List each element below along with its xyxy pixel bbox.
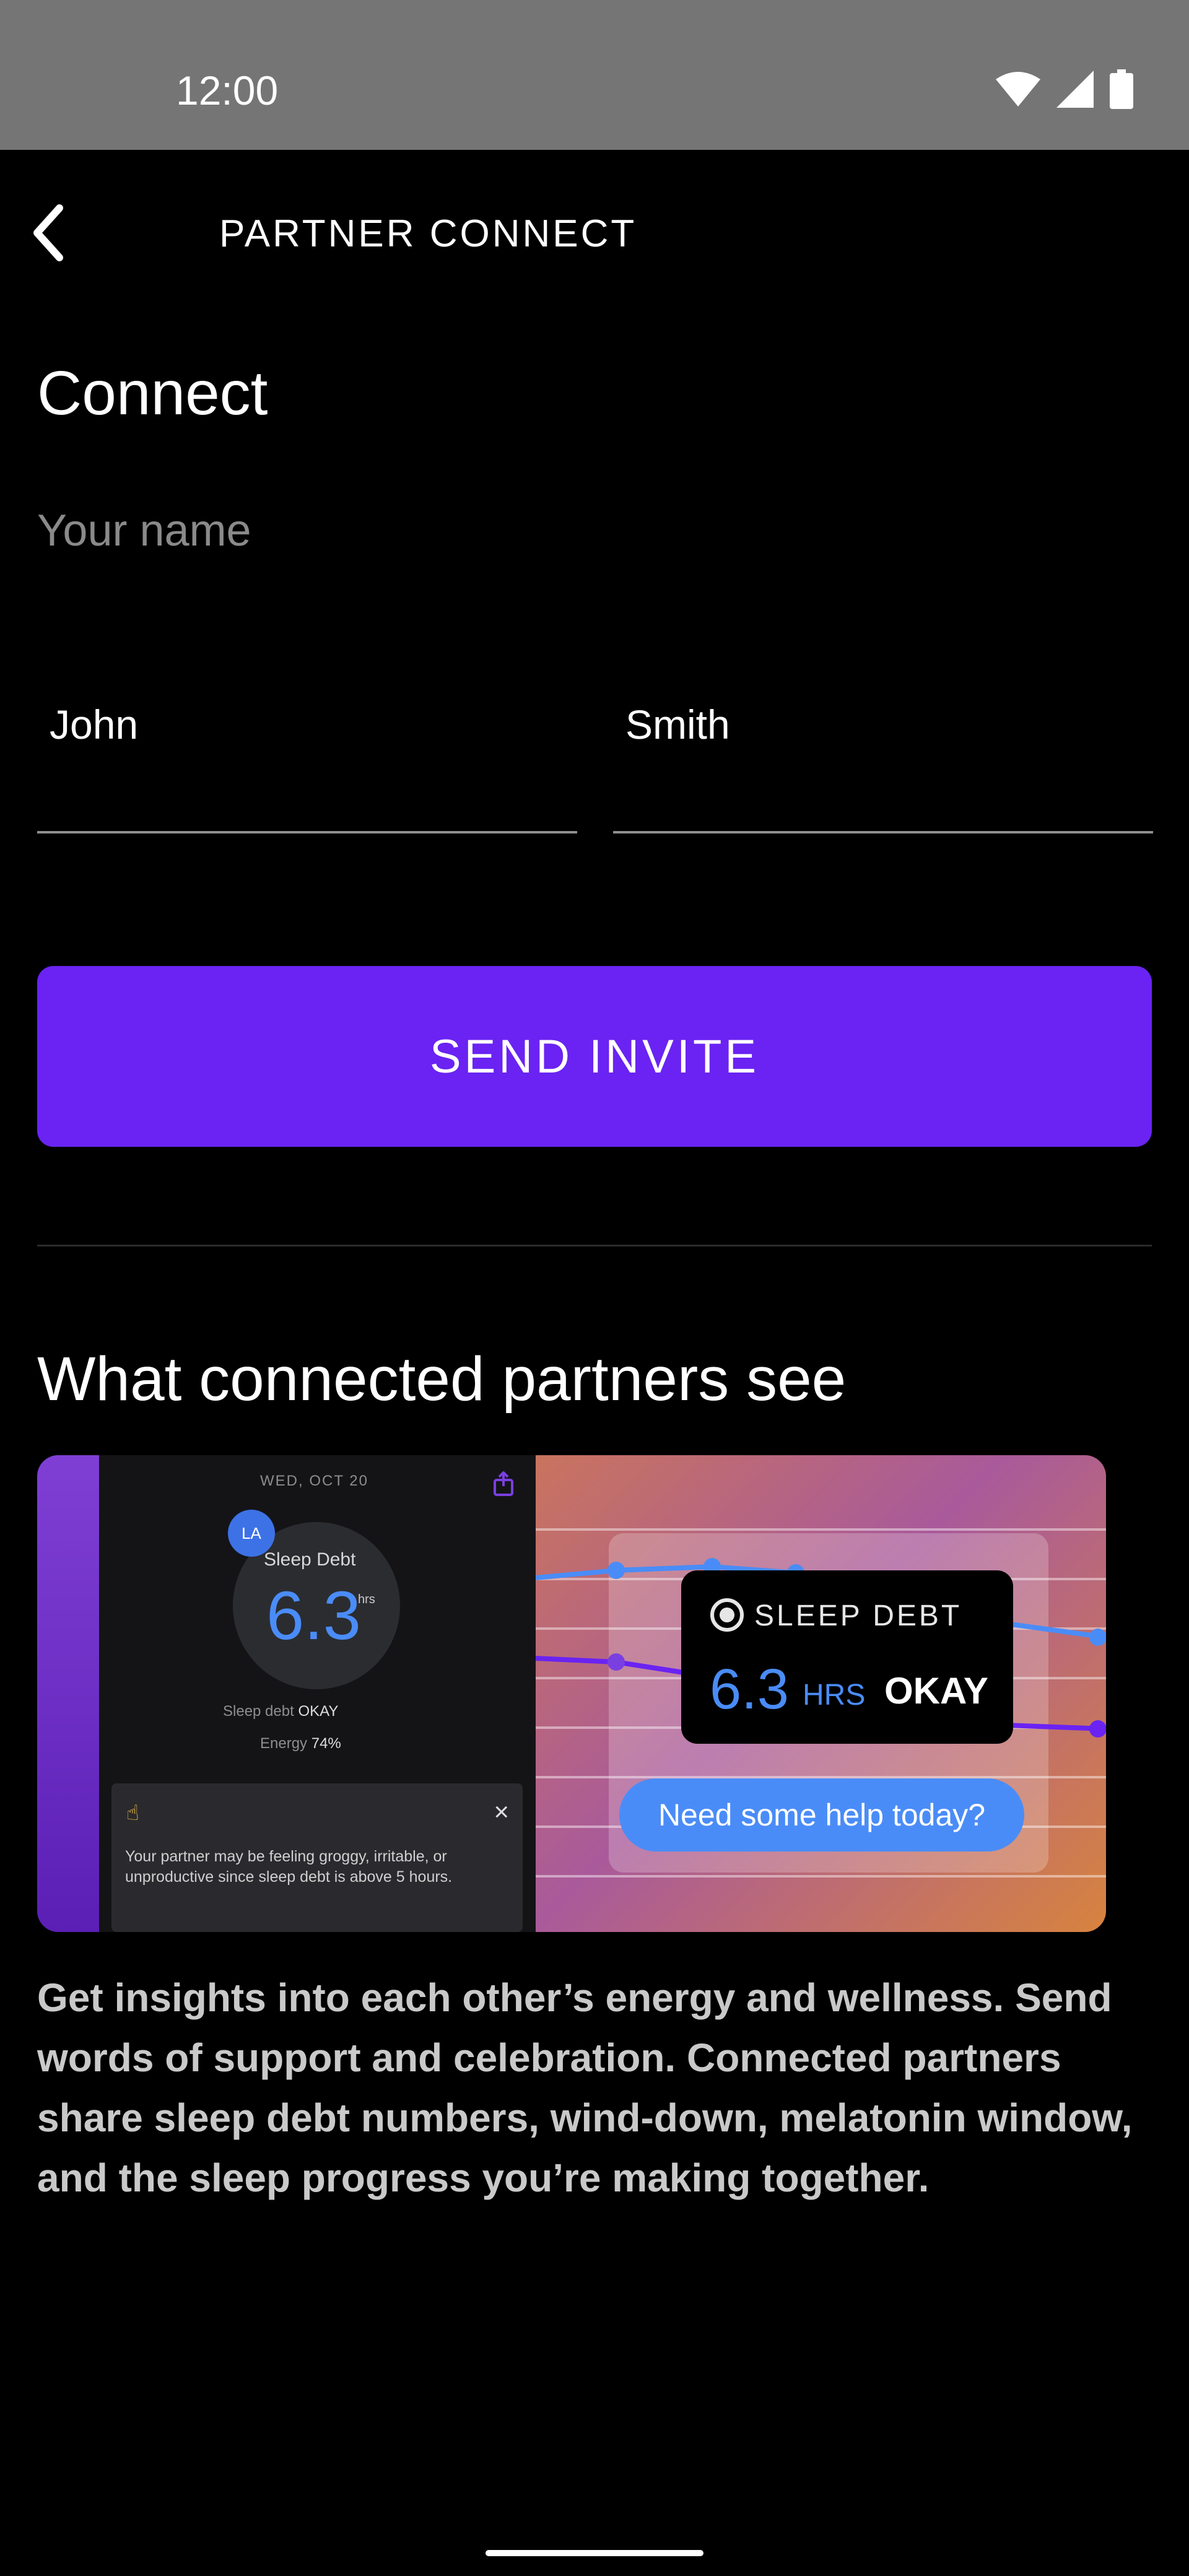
preview-stripe <box>37 1455 99 1932</box>
close-icon: × <box>494 1797 509 1826</box>
first-name-input[interactable] <box>37 675 577 774</box>
sleep-debt-value: 6.3 <box>266 1578 361 1654</box>
partners-heading: What connected partners see <box>37 1344 847 1414</box>
pointing-hand-icon: ☝ <box>126 1801 139 1825</box>
battery-icon <box>1110 69 1133 109</box>
sleep-debt-card: SLEEP DEBT 6.3 HRS OKAY <box>681 1570 1013 1744</box>
last-name-input[interactable] <box>613 675 1153 774</box>
divider <box>37 1245 1152 1247</box>
preview-date: WED, OCT 20 <box>260 1473 368 1489</box>
chart-point <box>1089 1629 1106 1646</box>
chart-point <box>1089 1720 1106 1738</box>
sleep-debt-card-title: SLEEP DEBT <box>754 1599 962 1632</box>
signal-icon <box>1056 71 1094 108</box>
share-icon <box>494 1471 513 1496</box>
partners-description: Get insights into each other’s energy an… <box>37 1975 1133 2200</box>
status-icons <box>996 69 1133 109</box>
page-title: PARTNER CONNECT <box>219 212 637 255</box>
status-value: OKAY <box>298 1703 339 1720</box>
partner-preview-image: WED, OCT 20 LA Sleep Debt 6.3 hrs Sleep … <box>37 1455 1106 1932</box>
sleep-debt-card-unit: HRS <box>803 1679 866 1712</box>
help-message-bubble: Need some help today? <box>619 1778 1024 1852</box>
chart-point <box>608 1653 625 1671</box>
sleep-debt-status: Sleep debt OKAY <box>223 1703 338 1720</box>
notice-text: Your partner may be feeling groggy, irri… <box>125 1848 453 1886</box>
home-indicator[interactable] <box>486 2550 703 2556</box>
sleep-debt-unit: hrs <box>358 1593 375 1606</box>
status-bar: 12:00 <box>0 0 1189 150</box>
energy-label: Energy <box>260 1735 308 1752</box>
partner-notice-card: ☝ × Your partner may be feeling groggy, … <box>111 1783 523 1932</box>
last-name-field <box>613 656 1153 833</box>
status-label: Sleep debt <box>223 1703 294 1720</box>
first-name-field <box>37 656 577 833</box>
energy-status: Energy 74% <box>260 1735 341 1752</box>
back-button[interactable] <box>22 202 74 264</box>
sleep-debt-card-value: 6.3 <box>710 1658 789 1721</box>
send-invite-button[interactable]: SEND INVITE <box>37 966 1152 1147</box>
your-name-label: Your name <box>37 506 251 555</box>
sleep-debt-label: Sleep Debt <box>264 1549 356 1570</box>
connect-heading: Connect <box>37 359 268 428</box>
preview-left-panel: WED, OCT 20 LA Sleep Debt 6.3 hrs Sleep … <box>37 1455 536 1932</box>
energy-value: 74% <box>311 1735 341 1752</box>
chart-point <box>608 1562 625 1579</box>
chevron-left-icon <box>33 204 63 261</box>
status-time: 12:00 <box>176 67 279 113</box>
target-icon <box>710 1598 744 1632</box>
wifi-icon <box>996 72 1040 107</box>
sleep-debt-card-status: OKAY <box>884 1670 988 1712</box>
